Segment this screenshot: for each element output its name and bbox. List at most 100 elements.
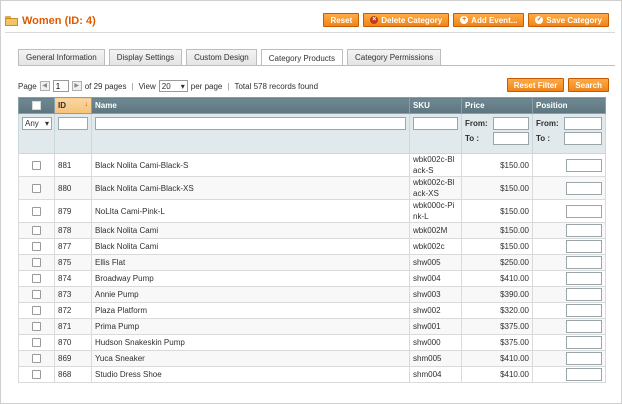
table-row[interactable]: 881 Black Nolita Cami-Black-S wbk002c-Blac… [18, 153, 606, 177]
position-input[interactable] [566, 304, 602, 317]
id-cell: 877 [54, 238, 92, 255]
table-row[interactable]: 874 Broadway Pump shw004 $410.00 [18, 270, 606, 287]
price-cell: $375.00 [461, 318, 533, 335]
position-input[interactable] [566, 288, 602, 301]
row-checkbox-cell [18, 318, 55, 335]
row-checkbox[interactable] [32, 338, 41, 347]
price-cell: $150.00 [461, 222, 533, 239]
position-input[interactable] [566, 181, 602, 195]
per-page-label: per page [190, 81, 223, 91]
row-checkbox[interactable] [32, 242, 41, 251]
position-input[interactable] [566, 336, 602, 349]
table-row[interactable]: 873 Annie Pump shw003 $390.00 [18, 286, 606, 303]
next-page-icon[interactable]: ▶ [71, 81, 82, 91]
row-checkbox[interactable] [32, 206, 41, 216]
row-checkbox[interactable] [32, 290, 41, 299]
position-cell [532, 222, 606, 239]
table-row[interactable]: 870 Hudson Snakeskin Pump shw000 $375.00 [18, 334, 606, 351]
sku-cell: wbk002c [409, 238, 462, 255]
id-cell: 872 [54, 302, 92, 319]
price-column-header[interactable]: Price [461, 97, 533, 114]
position-input[interactable] [566, 158, 602, 172]
tab-category-permissions[interactable]: Category Permissions [347, 49, 442, 65]
row-checkbox-cell [18, 350, 55, 367]
position-column-header[interactable]: Position [532, 97, 606, 114]
page-title: Women (ID: 4) [22, 15, 96, 27]
price-from-input[interactable] [493, 117, 529, 130]
action-buttons: Reset × Delete Category + Add Event... ✓ Sa… [323, 13, 609, 27]
price-cell: $150.00 [461, 199, 533, 223]
id-cell: 878 [54, 222, 92, 239]
table-row[interactable]: 869 Yuca Sneaker shm005 $410.00 [18, 350, 606, 367]
delete-category-button[interactable]: × Delete Category [363, 13, 450, 27]
table-row[interactable]: 880 Black Nolita Cami-Black-XS wbk002c-Bla… [18, 176, 606, 200]
tab-custom-design[interactable]: Custom Design [186, 49, 257, 65]
row-checkbox[interactable] [32, 258, 41, 267]
position-input[interactable] [566, 272, 602, 285]
reset-filter-button[interactable]: Reset Filter [506, 78, 565, 92]
sort-down-icon: ↓ [84, 101, 89, 108]
position-input[interactable] [566, 224, 602, 237]
in-category-filter[interactable]: Any ▾ [22, 117, 52, 130]
add-event-button[interactable]: + Add Event... [453, 13, 525, 27]
name-column-header[interactable]: Name [91, 97, 410, 114]
total-records: Total 578 records found [234, 81, 319, 91]
price-to-input[interactable] [493, 132, 529, 145]
filter-price-cell: From: To : [461, 113, 533, 154]
position-input[interactable] [566, 368, 602, 381]
id-filter-input[interactable] [58, 117, 88, 130]
page-number-input[interactable] [52, 80, 69, 92]
id-cell: 873 [54, 286, 92, 303]
position-input[interactable] [566, 204, 602, 218]
position-cell [532, 270, 606, 287]
row-checkbox[interactable] [32, 354, 41, 363]
position-from-input[interactable] [564, 117, 602, 130]
table-row[interactable]: 871 Prima Pump shw001 $375.00 [18, 318, 606, 335]
row-checkbox[interactable] [32, 274, 41, 283]
row-checkbox[interactable] [32, 160, 41, 170]
folder-icon [5, 16, 18, 26]
table-row[interactable]: 879 NoLIta Cami-Pink-L wbk000c-Pink-L $150.… [18, 199, 606, 223]
position-input[interactable] [566, 256, 602, 269]
row-checkbox[interactable] [32, 306, 41, 315]
sku-cell: shw002 [409, 302, 462, 319]
position-input[interactable] [566, 320, 602, 333]
prev-page-icon[interactable]: ◀ [39, 81, 50, 91]
position-cell [532, 302, 606, 319]
tab-divider [18, 65, 615, 66]
table-row[interactable]: 872 Plaza Platform shw002 $320.00 [18, 302, 606, 319]
sku-cell: shw003 [409, 286, 462, 303]
search-button[interactable]: Search [568, 78, 609, 92]
position-to-input[interactable] [564, 132, 602, 145]
sku-cell: wbk002M [409, 222, 462, 239]
reset-button[interactable]: Reset [323, 13, 360, 27]
save-category-button[interactable]: ✓ Save Category [528, 13, 609, 27]
row-checkbox[interactable] [32, 370, 41, 379]
table-row[interactable]: 878 Black Nolita Cami wbk002M $150.00 [18, 222, 606, 239]
name-filter-input[interactable] [95, 117, 406, 130]
position-cell [532, 334, 606, 351]
tab-display-settings[interactable]: Display Settings [108, 49, 183, 65]
row-checkbox[interactable] [32, 226, 41, 235]
grid-body: 881 Black Nolita Cami-Black-S wbk002c-Blac… [18, 153, 606, 383]
filter-buttons: Reset Filter Search [506, 78, 609, 92]
position-input[interactable] [566, 352, 602, 365]
checkbox[interactable] [32, 101, 41, 110]
table-row[interactable]: 877 Black Nolita Cami wbk002c $150.00 [18, 238, 606, 255]
sku-column-header[interactable]: SKU [409, 97, 462, 114]
table-row[interactable]: 875 Ellis Flat shw005 $250.00 [18, 254, 606, 271]
position-input[interactable] [566, 240, 602, 253]
tab-general-information[interactable]: General Information [18, 49, 105, 65]
name-cell: Ellis Flat [91, 254, 410, 271]
per-page-select[interactable]: 20 ▾ [158, 80, 188, 92]
id-column-header[interactable]: ID ↓ [54, 97, 92, 114]
row-checkbox[interactable] [32, 322, 41, 331]
price-cell: $250.00 [461, 254, 533, 271]
row-checkbox[interactable] [32, 183, 41, 193]
price-cell: $390.00 [461, 286, 533, 303]
tab-category-products[interactable]: Category Products [260, 49, 344, 66]
id-cell: 868 [54, 366, 92, 383]
table-row[interactable]: 868 Studio Dress Shoe shm004 $410.00 [18, 366, 606, 383]
sku-filter-input[interactable] [413, 117, 458, 130]
select-all-header[interactable] [18, 97, 55, 114]
